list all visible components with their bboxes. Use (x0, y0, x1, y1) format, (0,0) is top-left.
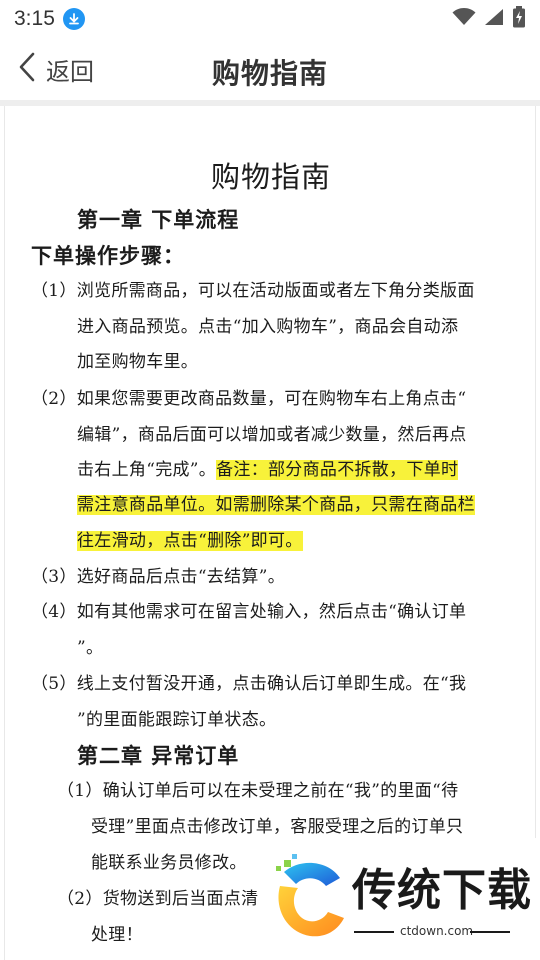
step-3-number: （3） (31, 567, 77, 587)
back-button[interactable]: 返回 (18, 48, 94, 90)
watermark-logo: 传统下载 ctdown.com (264, 838, 540, 960)
back-label: 返回 (46, 57, 94, 86)
chapter-2-heading: 第二章 异常订单 (77, 743, 240, 768)
watermark-divider-left (354, 931, 394, 933)
step-1-number: （1） (31, 281, 77, 301)
step-5-line-2: ”的里面能跟踪订单状态。 (77, 710, 277, 730)
highlighted-note: 备注：部分商品不拆散，下单时 (216, 460, 459, 480)
step-4-line-2: ”。 (77, 638, 104, 658)
chapter-1-heading: 第一章 下单流程 (77, 207, 240, 232)
status-icons (452, 6, 526, 32)
exception-2-number: （2） (57, 889, 103, 909)
battery-charging-icon (512, 6, 526, 32)
exception-2-line-2: 处理！ (91, 925, 143, 945)
signal-icon (484, 8, 504, 30)
exception-1-line-3: 能联系业务员修改。 (91, 853, 247, 873)
step-4-line-1: （4）如有其他需求可在留言处输入，然后点击“确认订单 (31, 595, 466, 631)
app-header: 返回 购物指南 (0, 38, 540, 100)
step-2-line-1: （2）如果您需要更改商品数量，可在购物车右上角点击“ (31, 382, 466, 418)
step-2-line-2: 编辑”，商品后面可以增加或者减少数量，然后再点 (77, 425, 467, 445)
highlighted-note: 往左滑动，点击“删除”即可。 (77, 531, 303, 551)
exception-2-line-1: （2）货物送到后当面点清 (57, 882, 258, 918)
steps-heading: 下单操作步骤： (31, 243, 185, 268)
status-time: 3:15 (14, 7, 55, 30)
step-1-line-2: 进入商品预览。点击“加入购物车”，商品会自动添 (77, 317, 459, 337)
status-bar: 3:15 (0, 0, 540, 38)
exception-1-number: （1） (57, 781, 103, 801)
exception-1-line-1: （1）确认订单后可以在未受理之前在“我”的里面“待 (57, 774, 458, 810)
ctdown-logo-icon (270, 852, 350, 948)
wifi-icon (452, 8, 476, 30)
step-4-number: （4） (31, 602, 77, 622)
watermark-text: 传统下载 (352, 865, 532, 916)
step-2-line-5: 往左滑动，点击“删除”即可。 (77, 524, 303, 560)
document-viewer[interactable]: 购物指南 第一章 下单流程 下单操作步骤： （1）浏览所需商品，可以在活动版面或… (4, 106, 536, 960)
step-2-number: （2） (31, 389, 77, 409)
step-1-line-1: （1）浏览所需商品，可以在活动版面或者左下角分类版面 (31, 274, 475, 310)
highlighted-note: 需注意商品单位。如需删除某个商品，只需在商品栏 (77, 495, 475, 515)
step-2-line-3: 击右上角“完成”。备注：部分商品不拆散，下单时 (77, 460, 459, 480)
step-3: （3）选好商品后点击“去结算”。 (31, 560, 285, 596)
download-icon (62, 8, 85, 30)
document-title: 购物指南 (210, 160, 331, 194)
step-5-number: （5） (31, 674, 77, 694)
watermark-divider-right (470, 931, 510, 933)
step-1-line-3: 加至购物车里。 (77, 352, 199, 372)
step-2-line-4: 需注意商品单位。如需删除某个商品，只需在商品栏 (77, 488, 475, 524)
step-5-line-1: （5）线上支付暂没开通，点击确认后订单即生成。在“我 (31, 667, 466, 703)
watermark-url: ctdown.com (400, 924, 474, 938)
chevron-left-icon (18, 52, 36, 86)
